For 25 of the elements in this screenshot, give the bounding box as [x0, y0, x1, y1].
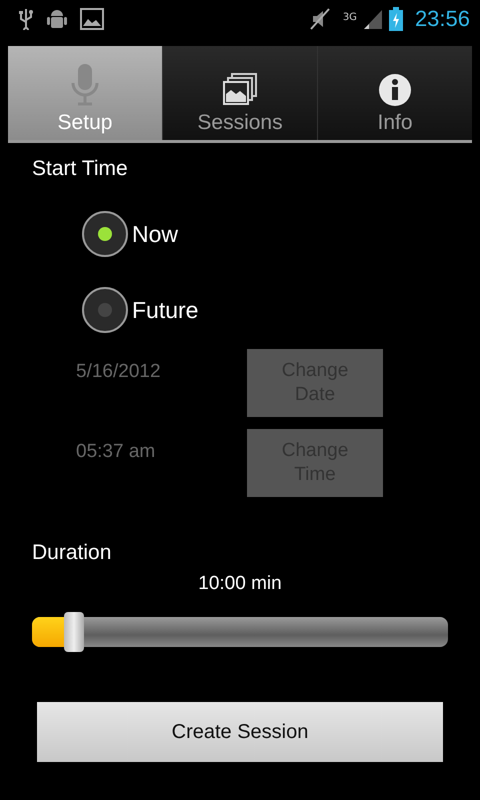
value-label: 05:37 am: [75, 441, 156, 463]
radio-option[interactable]: Now: [82, 211, 448, 257]
radio-button[interactable]: [82, 287, 128, 333]
create-session-button[interactable]: Create Session: [37, 702, 443, 762]
network-label: 3G: [342, 12, 357, 23]
robot-icon: [46, 7, 68, 31]
duration-slider[interactable]: [32, 617, 448, 647]
radio-option[interactable]: Future: [82, 287, 448, 333]
tab[interactable]: Info: [317, 46, 472, 140]
info-icon: [378, 73, 412, 107]
tab[interactable]: Sessions: [162, 46, 317, 140]
usb-icon: [18, 8, 34, 30]
radio-button[interactable]: [82, 211, 128, 257]
image-icon: [80, 8, 104, 30]
battery-icon: [388, 7, 403, 31]
muted-speaker-icon: [308, 7, 331, 31]
duration-reading: 10:00 min: [197, 573, 283, 595]
microphone-icon: [70, 63, 100, 107]
section-label: Duration: [32, 541, 112, 565]
clock: 23:56: [414, 6, 470, 32]
slider-thumb[interactable]: [64, 612, 84, 652]
pictures-icon: [223, 73, 257, 107]
section-label: Start Time: [32, 157, 129, 181]
value-label: 5/16/2012: [75, 361, 162, 383]
signal-icon: [362, 8, 383, 30]
